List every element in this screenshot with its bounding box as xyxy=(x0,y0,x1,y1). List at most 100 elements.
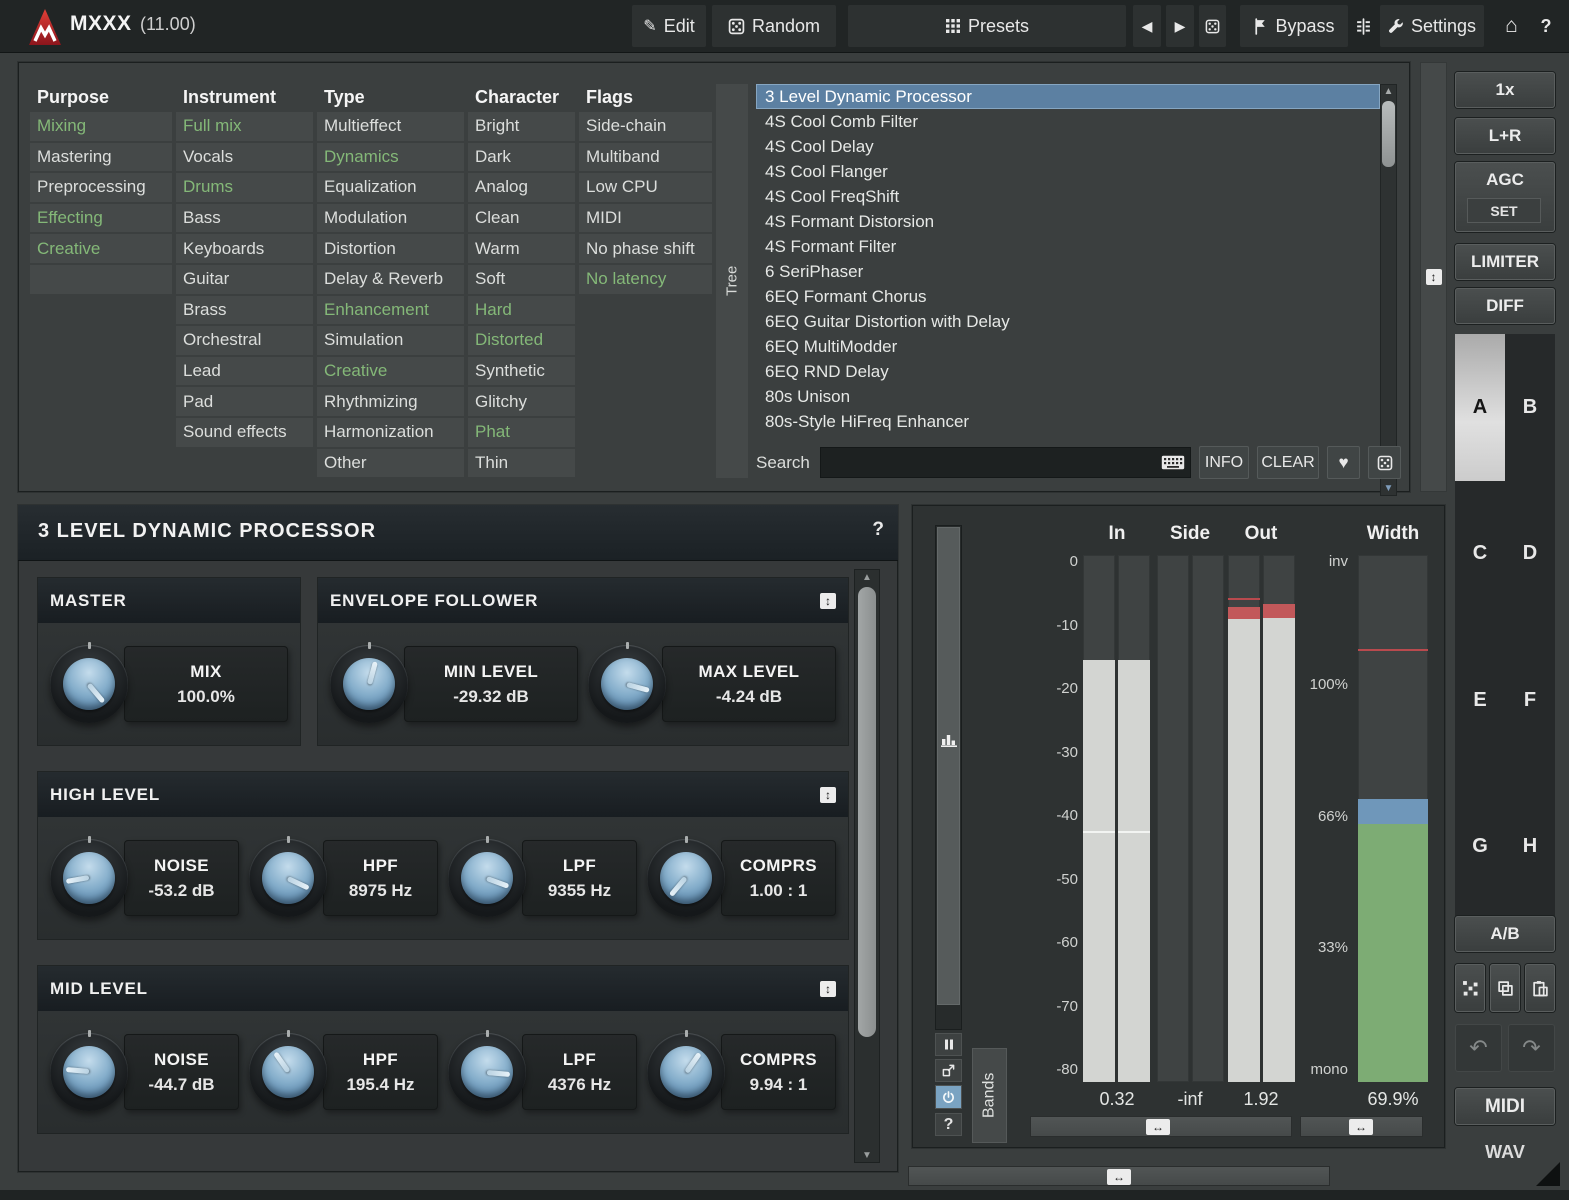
filter-item[interactable]: Enhancement xyxy=(317,295,464,325)
meter-range-hslider[interactable]: ↔ xyxy=(1030,1116,1292,1137)
width-range-hslider[interactable]: ↔ xyxy=(1300,1116,1423,1137)
filter-item[interactable]: Clean xyxy=(468,203,575,233)
bypass-button[interactable]: Bypass xyxy=(1240,5,1348,47)
morph-slot-c[interactable]: C xyxy=(1455,481,1505,628)
preset-item[interactable]: 6EQ MultiModder xyxy=(756,334,1380,359)
zoom-button[interactable]: 1x xyxy=(1455,72,1555,108)
browser-collapse-bar[interactable]: ↕ xyxy=(1420,62,1447,492)
preset-item[interactable]: 3 Level Dynamic Processor xyxy=(756,84,1380,109)
filter-item[interactable]: Side-chain xyxy=(579,112,712,141)
meter-power-button[interactable] xyxy=(935,1085,962,1109)
preset-item[interactable]: 6EQ Guitar Distortion with Delay xyxy=(756,309,1380,334)
preset-item[interactable]: 4S Formant Distorsion xyxy=(756,209,1380,234)
morph-slot-f[interactable]: F xyxy=(1505,627,1555,774)
settings-button[interactable]: Settings xyxy=(1380,5,1484,47)
scroll-up-icon[interactable]: ▲ xyxy=(1380,84,1397,99)
morph-slot-b[interactable]: B xyxy=(1505,334,1555,481)
param-display[interactable]: NOISE -44.7 dB xyxy=(124,1034,239,1110)
preset-list-scrollbar[interactable]: ▲ ▼ xyxy=(1380,84,1397,496)
preset-item[interactable]: 6EQ Formant Chorus xyxy=(756,284,1380,309)
clear-button[interactable]: CLEAR xyxy=(1257,446,1319,479)
scrollbar-thumb[interactable] xyxy=(858,587,876,1037)
filter-item[interactable]: Keyboards xyxy=(176,234,313,263)
filter-item[interactable]: Modulation xyxy=(317,203,464,233)
filter-item[interactable]: Phat xyxy=(468,417,575,447)
filter-item[interactable]: Thin xyxy=(468,448,575,478)
filter-item[interactable]: Full mix xyxy=(176,112,313,141)
meter-range-slider[interactable] xyxy=(935,525,962,1030)
filter-item[interactable]: Multiband xyxy=(579,142,712,172)
param-display[interactable]: NOISE -53.2 dB xyxy=(124,840,239,916)
preset-item[interactable]: 6EQ RND Delay xyxy=(756,359,1380,384)
knob-hpf[interactable] xyxy=(249,1030,327,1111)
filter-item[interactable]: No phase shift xyxy=(579,234,712,263)
resize-handle[interactable]: ↔ xyxy=(1107,1168,1131,1185)
channel-mode-button[interactable] xyxy=(1352,5,1374,47)
scroll-down-icon[interactable]: ▼ xyxy=(854,1147,880,1163)
filter-item[interactable]: Sound effects xyxy=(176,417,313,447)
filter-item[interactable]: Creative xyxy=(30,234,172,263)
filter-item[interactable]: MIDI xyxy=(579,203,712,233)
detach-window-button[interactable] xyxy=(935,1059,962,1082)
slider-thumb[interactable] xyxy=(937,527,960,1005)
filter-item[interactable]: Mastering xyxy=(30,142,172,172)
preset-item[interactable]: 80s Unison xyxy=(756,384,1380,409)
scrollbar-thumb[interactable] xyxy=(1382,101,1395,167)
midi-button[interactable]: MIDI xyxy=(1455,1088,1555,1125)
morph-slot-e[interactable]: E xyxy=(1455,627,1505,774)
copy-button[interactable] xyxy=(1490,964,1520,1012)
knob-min-level[interactable] xyxy=(330,642,408,723)
channels-button[interactable]: L+R xyxy=(1455,118,1555,154)
device-scrollbar[interactable]: ▲ ▼ xyxy=(854,569,880,1163)
device-help-button[interactable]: ? xyxy=(872,519,884,541)
filter-item[interactable]: Equalization xyxy=(317,173,464,202)
paste-button[interactable] xyxy=(1525,964,1555,1012)
preset-item[interactable]: 6 SeriPhaser xyxy=(756,259,1380,284)
scroll-up-icon[interactable]: ▲ xyxy=(854,569,880,585)
keyboard-icon[interactable] xyxy=(1161,455,1185,470)
filter-item[interactable]: Warm xyxy=(468,234,575,263)
knob-lpf[interactable] xyxy=(448,1030,526,1111)
filter-item[interactable]: Dynamics xyxy=(317,142,464,172)
filter-item[interactable]: Synthetic xyxy=(468,356,575,386)
redo-button[interactable]: ↷ xyxy=(1508,1024,1555,1072)
filter-item[interactable]: Guitar xyxy=(176,264,313,294)
wav-label[interactable]: WAV xyxy=(1455,1142,1555,1163)
knob-hpf[interactable] xyxy=(249,836,327,917)
pause-button[interactable] xyxy=(935,1033,962,1056)
filter-item[interactable]: Simulation xyxy=(317,326,464,355)
knob-noise[interactable] xyxy=(50,836,128,917)
home-button[interactable]: ⌂ xyxy=(1497,5,1526,47)
presets-button[interactable]: Presets xyxy=(848,5,1126,47)
agc-set-button[interactable]: SET xyxy=(1467,198,1541,223)
filter-item[interactable]: Bright xyxy=(468,112,575,141)
filter-item[interactable]: Delay & Reverb xyxy=(317,264,464,294)
filter-item[interactable]: Analog xyxy=(468,173,575,202)
filter-item[interactable]: Drums xyxy=(176,173,313,202)
preset-item[interactable]: 4S Formant Filter xyxy=(756,234,1380,259)
info-button[interactable]: INFO xyxy=(1199,446,1249,479)
knob-comprs[interactable] xyxy=(647,1030,725,1111)
preset-item[interactable]: 4S Cool Delay xyxy=(756,134,1380,159)
filter-item[interactable]: Other xyxy=(317,448,464,478)
param-display[interactable]: MIX 100.0% xyxy=(124,646,288,722)
next-preset-button[interactable]: ▶ xyxy=(1166,5,1194,47)
knob-mix[interactable] xyxy=(50,642,128,723)
random-button[interactable]: Random xyxy=(712,5,836,47)
randomize-slots-button[interactable] xyxy=(1455,964,1485,1012)
filter-item[interactable]: Mixing xyxy=(30,112,172,141)
filter-item[interactable]: Effecting xyxy=(30,203,172,233)
section-header[interactable]: MASTER xyxy=(38,578,300,623)
undo-button[interactable]: ↶ xyxy=(1455,1024,1502,1072)
section-header[interactable]: ENVELOPE FOLLOWER ↕ xyxy=(318,578,848,623)
param-display[interactable]: HPF 8975 Hz xyxy=(323,840,438,916)
morph-slot-d[interactable]: D xyxy=(1505,481,1555,628)
morph-slot-h[interactable]: H xyxy=(1505,774,1555,921)
preset-item[interactable]: 80s-Style HiFreq Enhancer xyxy=(756,409,1380,434)
section-header[interactable]: HIGH LEVEL ↕ xyxy=(38,772,848,817)
collapse-icon[interactable]: ↕ xyxy=(820,786,836,803)
morph-slot-a[interactable]: A xyxy=(1455,334,1505,481)
filter-item[interactable]: Soft xyxy=(468,264,575,294)
filter-item[interactable]: Glitchy xyxy=(468,387,575,416)
section-header[interactable]: MID LEVEL ↕ xyxy=(38,966,848,1011)
